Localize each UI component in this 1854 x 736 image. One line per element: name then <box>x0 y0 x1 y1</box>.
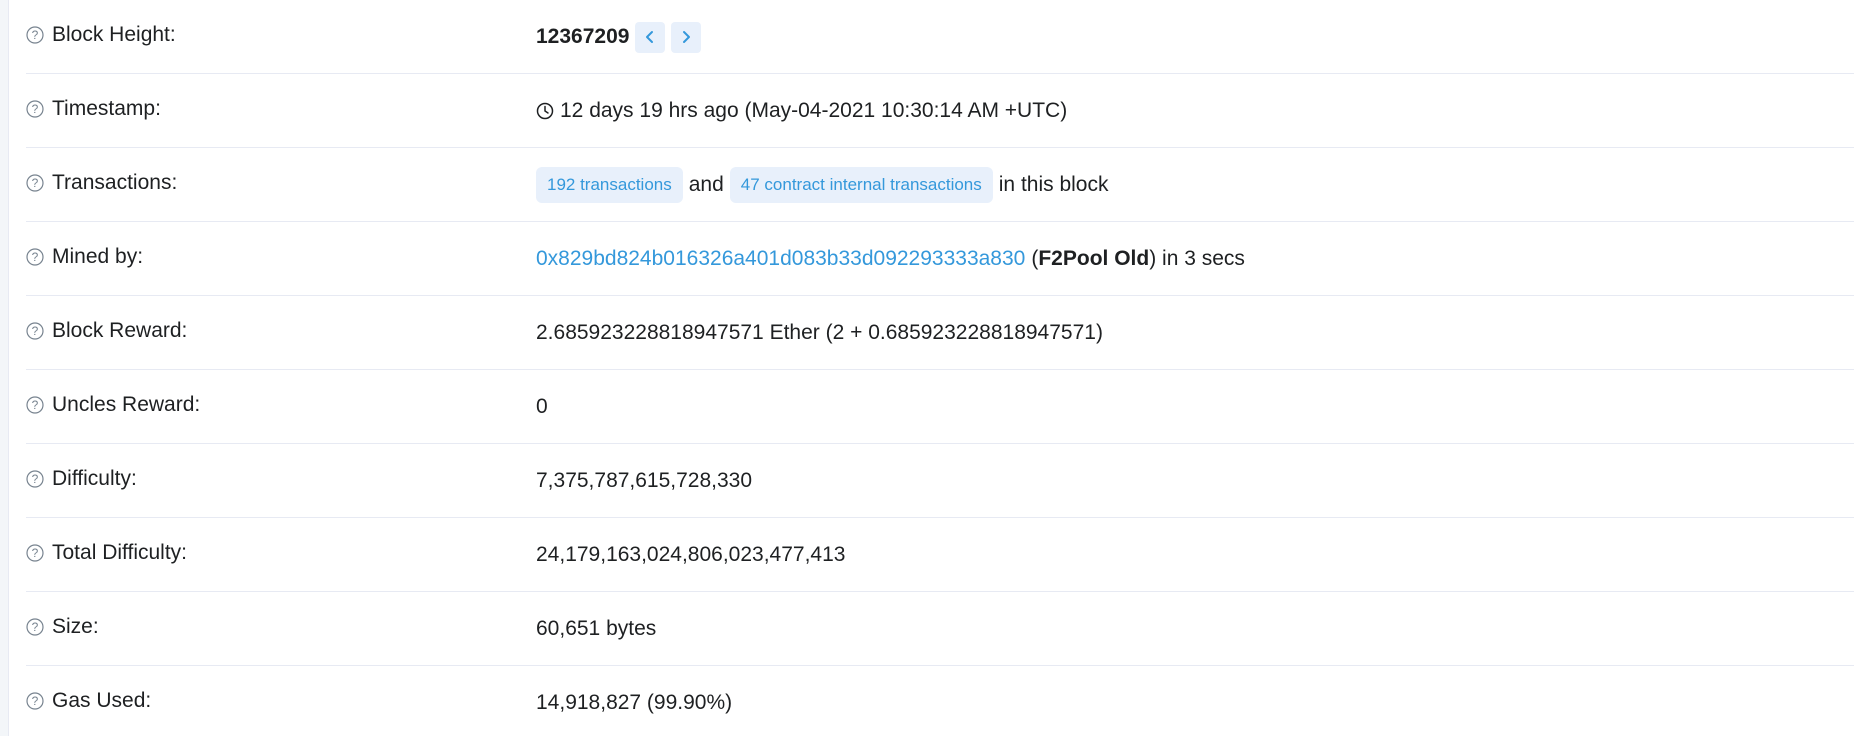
svg-text:?: ? <box>32 472 39 486</box>
transactions-label: Transactions: <box>52 171 178 194</box>
timestamp-label: Timestamp: <box>52 97 161 120</box>
uncles-reward-label: Uncles Reward: <box>52 393 201 416</box>
svg-text:?: ? <box>32 176 39 190</box>
svg-text:?: ? <box>32 28 39 42</box>
block-height-value: 12367209 <box>536 25 630 48</box>
clock-icon <box>536 102 554 120</box>
block-details-page: ? Block Height: 12367209 ? Timestamp: 12… <box>0 0 1854 736</box>
row-gas-used: ? Gas Used: 14,918,827 (99.90%) <box>26 666 1854 736</box>
row-block-height: ? Block Height: 12367209 <box>26 0 1854 74</box>
question-circle-icon[interactable]: ? <box>26 396 44 414</box>
question-circle-icon[interactable]: ? <box>26 174 44 192</box>
uncles-reward-value: 0 <box>536 395 548 418</box>
prev-block-button[interactable] <box>635 21 666 53</box>
block-reward-label: Block Reward: <box>52 319 188 342</box>
row-uncles-reward: ? Uncles Reward: 0 <box>26 370 1854 444</box>
question-circle-icon[interactable]: ? <box>26 470 44 488</box>
size-value: 60,651 bytes <box>536 617 657 640</box>
svg-text:?: ? <box>32 546 39 560</box>
question-circle-icon[interactable]: ? <box>26 26 44 44</box>
difficulty-value: 7,375,787,615,728,330 <box>536 469 753 492</box>
transactions-count-link[interactable]: 192 transactions <box>536 167 683 203</box>
svg-text:?: ? <box>32 398 39 412</box>
question-circle-icon[interactable]: ? <box>26 248 44 266</box>
question-circle-icon[interactable]: ? <box>26 100 44 118</box>
miner-address-link[interactable]: 0x829bd824b016326a401d083b33d092293333a8… <box>536 247 1025 271</box>
svg-text:?: ? <box>32 620 39 634</box>
total-difficulty-label: Total Difficulty: <box>52 541 187 564</box>
row-total-difficulty: ? Total Difficulty: 24,179,163,024,806,0… <box>26 518 1854 592</box>
question-circle-icon[interactable]: ? <box>26 692 44 710</box>
svg-text:?: ? <box>32 102 39 116</box>
row-size: ? Size: 60,651 bytes <box>26 592 1854 666</box>
row-mined-by: ? Mined by: 0x829bd824b016326a401d083b33… <box>26 222 1854 296</box>
left-edge-border <box>0 0 9 736</box>
chevron-left-icon <box>646 31 654 43</box>
open-paren: ( <box>1031 247 1039 270</box>
row-timestamp: ? Timestamp: 12 days 19 hrs ago (May-04-… <box>26 74 1854 148</box>
mined-by-label: Mined by: <box>52 245 144 268</box>
question-circle-icon[interactable]: ? <box>26 618 44 636</box>
question-circle-icon[interactable]: ? <box>26 322 44 340</box>
gas-used-label: Gas Used: <box>52 689 152 712</box>
timestamp-value: 12 days 19 hrs ago (May-04-2021 10:30:14… <box>560 99 1068 122</box>
block-details-list: ? Block Height: 12367209 ? Timestamp: 12… <box>26 0 1854 736</box>
block-height-label: Block Height: <box>52 23 176 46</box>
svg-text:?: ? <box>32 324 39 338</box>
gas-used-value: 14,918,827 (99.90%) <box>536 691 733 714</box>
and-text: and <box>688 173 724 196</box>
size-label: Size: <box>52 615 99 638</box>
transactions-suffix: in this block <box>998 173 1109 196</box>
block-reward-value: 2.685923228818947571 Ether (2 + 0.685923… <box>536 321 1103 344</box>
miner-pool-name: F2Pool Old <box>1038 247 1150 270</box>
svg-text:?: ? <box>32 250 39 264</box>
svg-text:?: ? <box>32 694 39 708</box>
internal-transactions-link[interactable]: 47 contract internal transactions <box>729 167 993 203</box>
next-block-button[interactable] <box>671 21 702 53</box>
mined-by-suffix: ) in 3 secs <box>1149 247 1245 270</box>
total-difficulty-value: 24,179,163,024,806,023,477,413 <box>536 543 846 566</box>
row-block-reward: ? Block Reward: 2.685923228818947571 Eth… <box>26 296 1854 370</box>
question-circle-icon[interactable]: ? <box>26 544 44 562</box>
row-transactions: ? Transactions: 192 transactions and 47 … <box>26 148 1854 222</box>
chevron-right-icon <box>683 31 691 43</box>
difficulty-label: Difficulty: <box>52 467 137 490</box>
row-difficulty: ? Difficulty: 7,375,787,615,728,330 <box>26 444 1854 518</box>
